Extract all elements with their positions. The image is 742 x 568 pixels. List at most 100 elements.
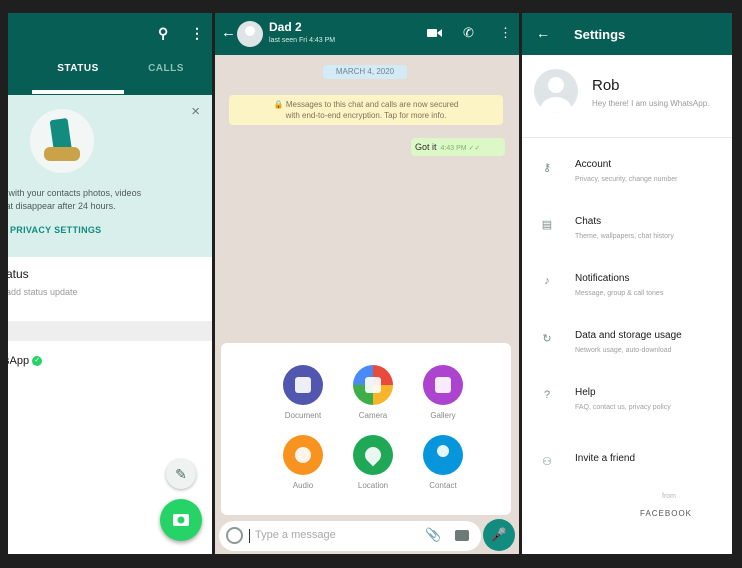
more-icon[interactable]: ⋮: [499, 25, 512, 41]
promo-text-line2: that disappear after 24 hours.: [8, 201, 116, 211]
chat-header: ← Dad 2 last seen Fri 4:43 PM ✆ ⋮: [215, 13, 519, 55]
location-icon: [353, 435, 393, 475]
avatar[interactable]: [237, 21, 263, 47]
key-icon: ⚷: [542, 162, 552, 174]
attach-contact[interactable]: Contact: [413, 435, 473, 490]
attach-label: Gallery: [430, 411, 456, 420]
settings-header: ← Settings: [522, 13, 732, 55]
message-text: Got it: [415, 142, 437, 152]
video-call-icon[interactable]: [427, 27, 443, 39]
my-status-sub: add status update: [8, 287, 78, 297]
mic-icon[interactable]: 🎤: [483, 519, 515, 551]
settings-item-sub: Privacy, security, change number: [575, 176, 678, 183]
message-input[interactable]: Type a message: [255, 529, 336, 541]
settings-item-title: Chats: [575, 216, 602, 227]
facebook-label: FACEBOOK: [640, 509, 693, 518]
tab-status[interactable]: STATUS: [28, 63, 128, 74]
emoji-icon[interactable]: [226, 527, 243, 544]
close-icon[interactable]: ×: [191, 103, 200, 120]
profile-about: Hey there! I am using WhatsApp.: [592, 99, 710, 108]
whatsapp-label: sApp: [8, 355, 30, 367]
bell-icon: ♪: [544, 275, 550, 287]
last-seen: last seen Fri 4:43 PM: [269, 37, 336, 44]
settings-item-account[interactable]: ⚷ Account Privacy, security, change numb…: [522, 149, 732, 205]
document-icon: [283, 365, 323, 405]
status-promo-card: × re with your contacts photos, videos t…: [8, 95, 212, 257]
avatar[interactable]: [534, 69, 578, 113]
settings-item-title: Help: [575, 387, 596, 398]
app-header: ⚲ ⋮ STATUS CALLS: [8, 13, 212, 95]
camera-icon[interactable]: [455, 530, 469, 541]
promo-text: re with your contacts photos, videos tha…: [8, 187, 208, 213]
attach-label: Camera: [358, 411, 388, 420]
attach-label: Location: [357, 481, 389, 490]
encryption-line1: 🔒 Messages to this chat and calls are no…: [273, 100, 459, 109]
section-divider: [8, 321, 212, 341]
settings-item-chats[interactable]: ▤ Chats Theme, wallpapers, chat history: [522, 206, 732, 262]
camera-icon: [353, 365, 393, 405]
settings-item-invite[interactable]: ⚇ Invite a friend: [522, 443, 732, 499]
whatsapp-status-row[interactable]: sApp ✓: [8, 355, 43, 367]
outgoing-message[interactable]: Got it 4:43 PM ✓✓: [411, 138, 505, 156]
page-title: Settings: [574, 27, 626, 42]
settings-item-sub: FAQ, contact us, privacy policy: [575, 404, 671, 411]
settings-item-help[interactable]: ? Help FAQ, contact us, privacy policy: [522, 377, 732, 433]
settings-screen: ← Settings Rob Hey there! I am using Wha…: [522, 13, 732, 554]
gallery-icon: [423, 365, 463, 405]
verified-icon: ✓: [32, 356, 43, 367]
data-icon: ↻: [542, 333, 552, 345]
promo-text-line1: re with your contacts photos, videos: [8, 188, 142, 198]
my-status-title: atus: [8, 267, 29, 281]
profile-row[interactable]: Rob Hey there! I am using WhatsApp.: [522, 55, 732, 137]
attachment-sheet: Document Camera Gallery Audio Location C…: [221, 343, 511, 515]
text-caret: [249, 529, 250, 543]
status-illustration: [30, 109, 94, 173]
message-input-bar[interactable]: Type a message 📎: [219, 521, 481, 551]
attach-document[interactable]: Document: [273, 365, 333, 420]
back-arrow-icon[interactable]: ←: [536, 25, 550, 41]
headphones-icon: [283, 435, 323, 475]
attach-location[interactable]: Location: [343, 435, 403, 490]
tab-calls[interactable]: CALLS: [116, 63, 212, 74]
settings-item-title: Account: [575, 159, 612, 170]
attach-audio[interactable]: Audio: [273, 435, 333, 490]
attach-label: Document: [284, 411, 322, 420]
contact-name[interactable]: Dad 2: [269, 20, 302, 34]
chat-icon: ▤: [541, 219, 553, 231]
back-arrow-icon[interactable]: ←: [221, 24, 236, 41]
stand-shape: [44, 147, 80, 161]
attach-camera[interactable]: Camera: [343, 365, 403, 420]
screenshot-frame: ⚲ ⋮ STATUS CALLS × re with your contacts…: [0, 0, 742, 568]
attach-icon[interactable]: 📎: [425, 527, 441, 543]
settings-item-sub: Network usage, auto-download: [575, 347, 672, 354]
people-icon: ⚇: [542, 456, 552, 468]
encryption-line2: with end-to-end encryption. Tap for more…: [285, 111, 447, 120]
profile-name: Rob: [592, 77, 620, 94]
from-label: from: [662, 493, 676, 500]
chat-screen: ← Dad 2 last seen Fri 4:43 PM ✆ ⋮ MARCH …: [215, 13, 519, 554]
attach-label: Contact: [429, 481, 457, 490]
camera-fab[interactable]: [160, 499, 202, 541]
settings-item-sub: Message, group & call tones: [575, 290, 664, 297]
camera-icon: [173, 514, 189, 526]
attach-gallery[interactable]: Gallery: [413, 365, 473, 420]
help-icon: ?: [543, 389, 551, 401]
privacy-settings-link[interactable]: PRIVACY SETTINGS: [10, 225, 101, 235]
settings-item-data-storage[interactable]: ↻ Data and storage usage Network usage, …: [522, 320, 732, 376]
status-screen: ⚲ ⋮ STATUS CALLS × re with your contacts…: [8, 13, 212, 554]
tab-indicator: [32, 90, 124, 94]
contact-icon: [423, 435, 463, 475]
settings-item-sub: Theme, wallpapers, chat history: [575, 233, 674, 240]
encryption-notice[interactable]: 🔒 Messages to this chat and calls are no…: [229, 95, 503, 125]
settings-item-title: Notifications: [575, 273, 630, 284]
settings-item-notifications[interactable]: ♪ Notifications Message, group & call to…: [522, 263, 732, 319]
my-status-row[interactable]: atus add status update: [8, 257, 212, 321]
attach-label: Audio: [292, 481, 314, 490]
more-icon[interactable]: ⋮: [190, 25, 204, 42]
divider: [522, 137, 732, 138]
date-pill: MARCH 4, 2020: [323, 65, 407, 79]
voice-call-icon[interactable]: ✆: [463, 25, 474, 41]
search-icon[interactable]: ⚲: [158, 25, 168, 42]
settings-item-title: Data and storage usage: [575, 330, 682, 341]
pencil-icon[interactable]: ✎: [166, 459, 196, 489]
